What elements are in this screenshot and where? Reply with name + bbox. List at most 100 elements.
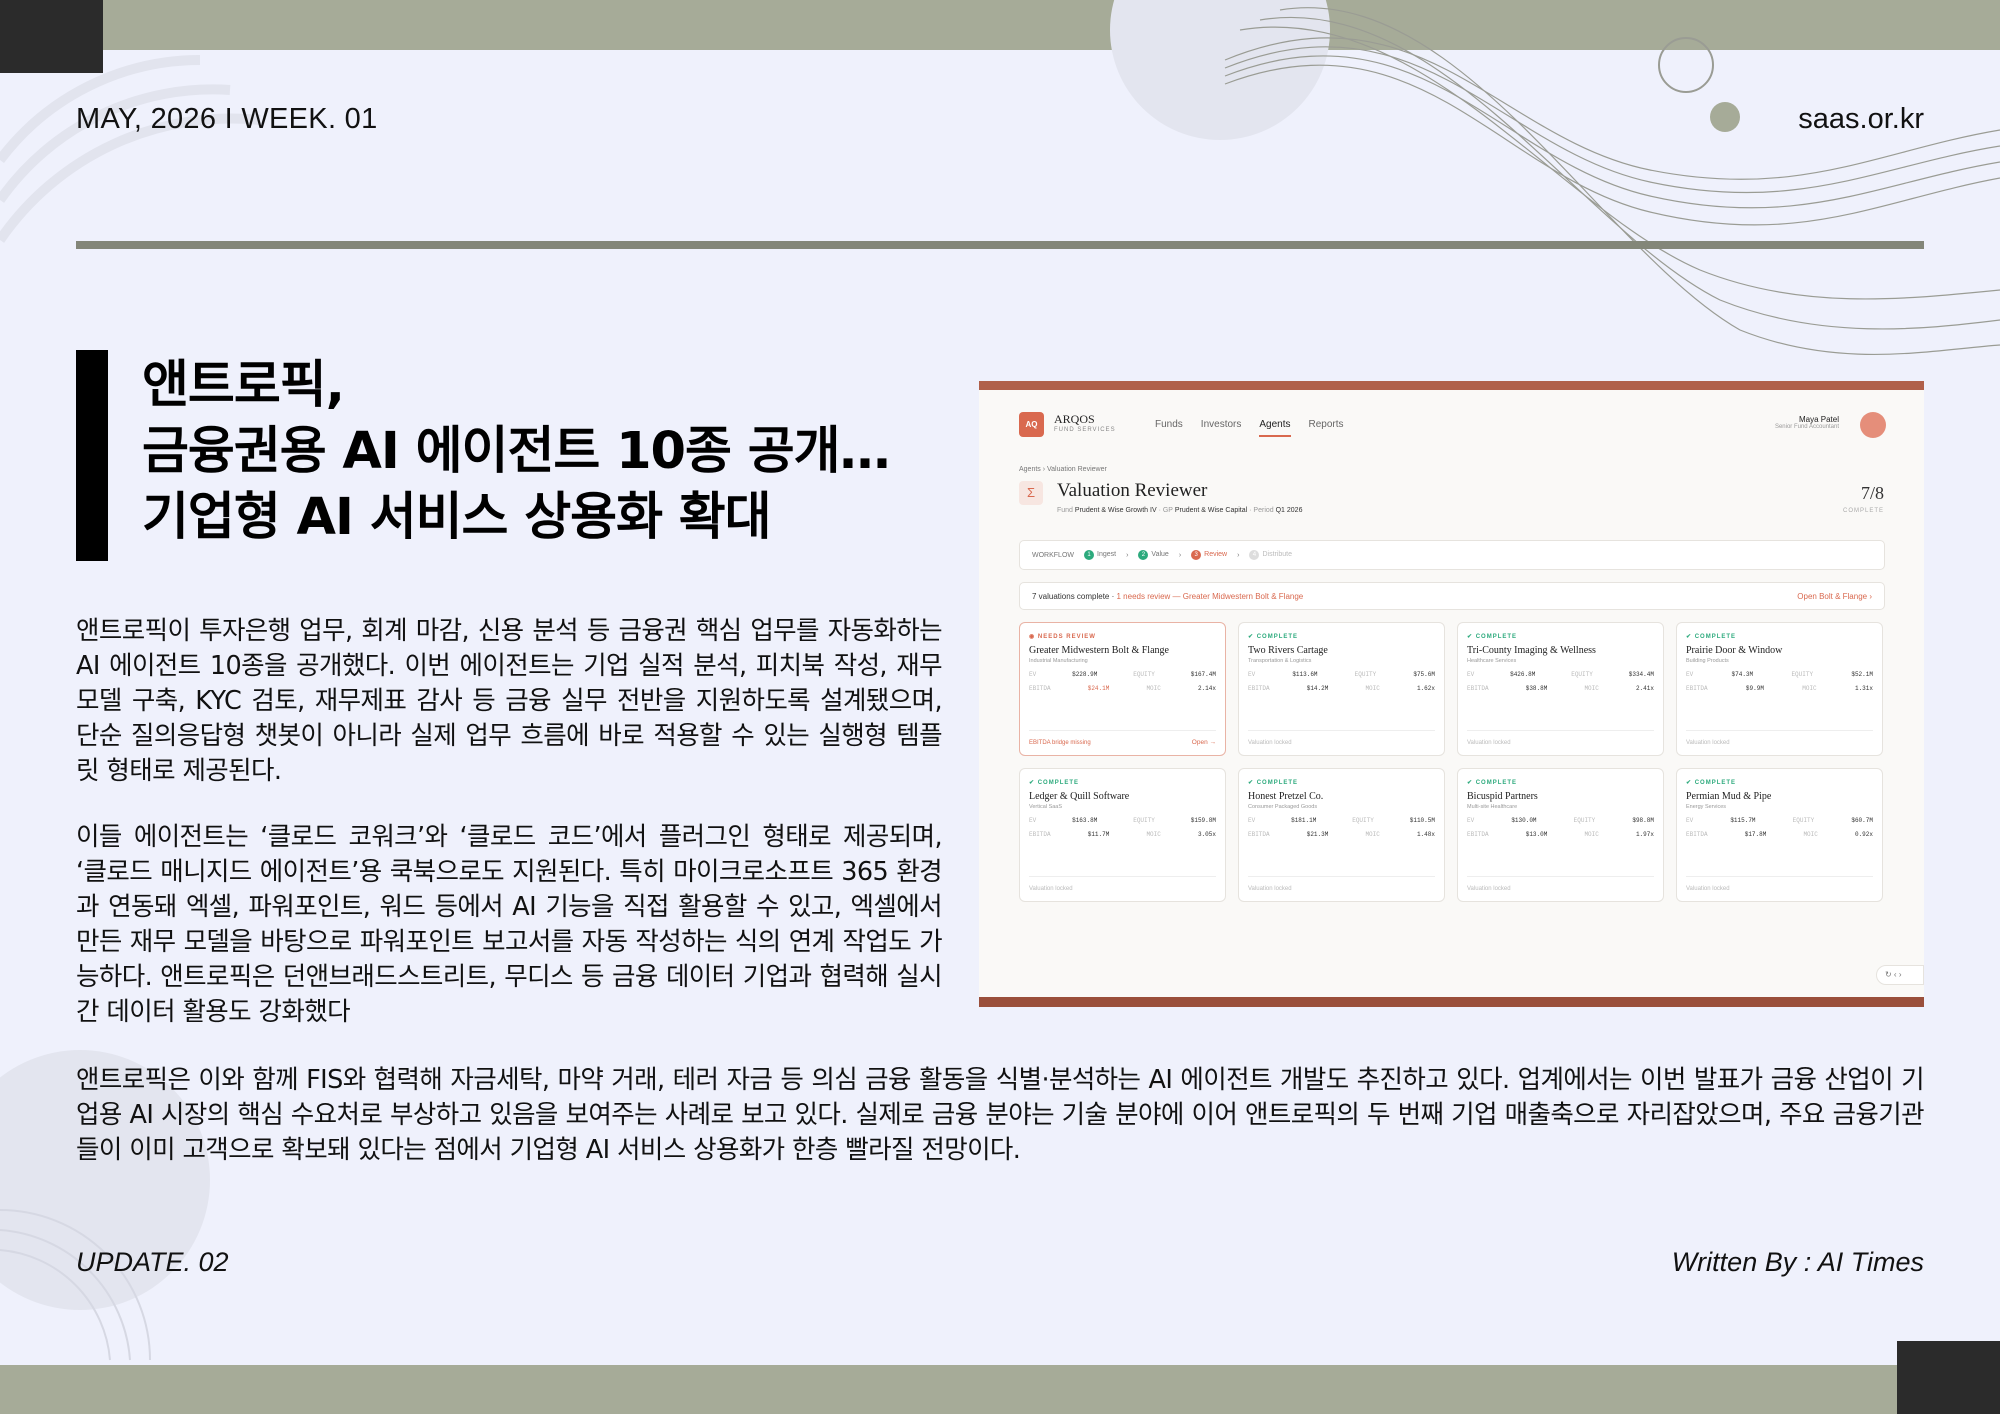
card-company: Permian Mud & Pipe bbox=[1686, 791, 1772, 802]
body-paragraph-1: 앤트로픽이 투자은행 업무, 회계 마감, 신용 분석 등 금융권 핵심 업무를… bbox=[76, 616, 943, 786]
card-row-ebitda: EBITDA $9.9M MOIC 1.31x bbox=[1686, 685, 1873, 692]
card-status: ✔ COMPLETE bbox=[1029, 780, 1080, 786]
app-nav: Funds Investors Agents Reports bbox=[1155, 419, 1344, 437]
card-row-ebitda: EBITDA $38.8M MOIC 2.41x bbox=[1467, 685, 1654, 692]
headline: 앤트로픽, 금융권용 AI 에이전트 10종 공개… 기업형 AI 서비스 상용… bbox=[142, 353, 962, 551]
card-divider bbox=[1248, 876, 1435, 877]
card-status: ✔ COMPLETE bbox=[1686, 634, 1737, 640]
app-brand: ARQOS bbox=[1054, 412, 1095, 426]
card-footer: Valuation locked bbox=[1467, 886, 1511, 892]
embedded-app-screenshot: AQ ARQOS FUND SERVICES Funds Investors A… bbox=[979, 381, 1924, 1007]
body-paragraph-3: 앤트로픽은 이와 함께 FIS와 협력해 자금세탁, 마약 거래, 테러 자금 … bbox=[76, 1065, 1925, 1165]
card-divider bbox=[1029, 730, 1216, 731]
user-name: Maya Patel bbox=[1798, 415, 1839, 424]
card-company: Tri-County Imaging & Wellness bbox=[1467, 645, 1596, 656]
card-company: Greater Midwestern Bolt & Flange bbox=[1029, 645, 1169, 656]
card-industry: Healthcare Services bbox=[1467, 658, 1517, 664]
fund-line: Fund Prudent & Wise Growth IV · GP Prude… bbox=[1057, 507, 1303, 514]
valuation-card: ✔ COMPLETE Tri-County Imaging & Wellness H… bbox=[1457, 622, 1664, 756]
card-row-ebitda: EBITDA $21.3M MOIC 1.48x bbox=[1248, 831, 1435, 838]
card-status: ✔ COMPLETE bbox=[1248, 634, 1299, 640]
headline-line-1: 앤트로픽, bbox=[142, 356, 345, 415]
card-industry: Transportation & Logistics bbox=[1248, 658, 1312, 664]
status-banner: 7 valuations complete · 1 needs review —… bbox=[1019, 582, 1885, 610]
corner-block bbox=[1897, 1341, 2000, 1414]
issue-date: MAY, 2026 I WEEK. 01 bbox=[76, 103, 378, 135]
valuation-card: ✔ COMPLETE Two Rivers Cartage Transportati… bbox=[1238, 622, 1445, 756]
card-company: Prairie Door & Window bbox=[1686, 645, 1783, 656]
complete-label: COMPLETE bbox=[1842, 508, 1884, 514]
card-divider bbox=[1248, 730, 1435, 731]
card-row-ebitda: EBITDA $14.2M MOIC 1.62x bbox=[1248, 685, 1435, 692]
card-open-link: Open → bbox=[1191, 739, 1216, 746]
card-row-ev: EV $130.0M EQUITY $98.8M bbox=[1467, 817, 1654, 824]
card-row-ebitda: EBITDA $24.1M MOIC 2.14x bbox=[1029, 685, 1216, 692]
gp-label: GP bbox=[1162, 507, 1173, 514]
card-status: ✔ COMPLETE bbox=[1467, 780, 1518, 786]
headline-line-3: 기업형 AI 서비스 상용화 확대 bbox=[142, 488, 772, 547]
pager: ↻ ‹ › bbox=[1876, 965, 1924, 985]
fund-label: Fund bbox=[1057, 507, 1073, 514]
card-divider bbox=[1686, 730, 1873, 731]
header-divider bbox=[76, 241, 1924, 249]
user-info: Maya Patel Senior Fund Accountant bbox=[1775, 415, 1839, 430]
step-distribute: 4 Distribute bbox=[1249, 550, 1292, 560]
workflow-label: WORKFLOW bbox=[1032, 551, 1074, 559]
headline-line-2: 금융권용 AI 에이전트 10종 공개… bbox=[142, 422, 891, 481]
app-page-title: Valuation Reviewer bbox=[1057, 480, 1208, 501]
open-link: Open Bolt & Flange › bbox=[1797, 592, 1872, 601]
body-paragraph-2: 이들 에이전트는 ‘클로드 코워크’와 ‘클로드 코드’에서 플러그인 형태로 … bbox=[76, 822, 943, 1027]
valuation-card: ✔ COMPLETE Ledger & Quill Software Vertica… bbox=[1019, 768, 1226, 902]
card-company: Two Rivers Cartage bbox=[1248, 645, 1328, 656]
step-value: 2 Value bbox=[1138, 550, 1169, 560]
card-status: ✔ COMPLETE bbox=[1467, 634, 1518, 640]
card-divider bbox=[1686, 876, 1873, 877]
card-row-ev: EV $115.7M EQUITY $60.7M bbox=[1686, 817, 1873, 824]
card-divider bbox=[1467, 730, 1654, 731]
card-company: Bicuspid Partners bbox=[1467, 791, 1538, 802]
nav-agents: Agents bbox=[1259, 419, 1291, 437]
card-footer: Valuation locked bbox=[1029, 886, 1073, 892]
card-industry: Vertical SaaS bbox=[1029, 804, 1063, 810]
card-footer: Valuation locked bbox=[1248, 740, 1292, 746]
card-divider bbox=[1467, 876, 1654, 877]
card-industry: Energy Services bbox=[1686, 804, 1727, 810]
workflow-bar: WORKFLOW 1 Ingest › 2 Value › 3 Review › 4D… bbox=[1019, 540, 1885, 570]
top-band bbox=[0, 0, 2000, 50]
valuation-card: ◉ NEEDS REVIEW Greater Midwestern Bolt & … bbox=[1019, 622, 1226, 756]
bottom-band bbox=[0, 1365, 2000, 1414]
card-industry: Building Products bbox=[1686, 658, 1729, 664]
avatar bbox=[1860, 412, 1886, 438]
card-row-ev: EV $228.9M EQUITY $167.4M bbox=[1029, 671, 1216, 678]
card-status: ✔ COMPLETE bbox=[1686, 780, 1737, 786]
card-row-ev: EV $113.6M EQUITY $75.6M bbox=[1248, 671, 1435, 678]
site-link[interactable]: saas.or.kr bbox=[1798, 103, 1924, 136]
nav-investors: Investors bbox=[1200, 419, 1242, 430]
gp-value: Prudent & Wise Capital bbox=[1174, 507, 1248, 514]
valuation-card: ✔ COMPLETE Honest Pretzel Co. Consumer Pac… bbox=[1238, 768, 1445, 902]
fund-value: Prudent & Wise Growth IV bbox=[1074, 507, 1157, 514]
breadcrumb: Agents › Valuation Reviewer bbox=[1019, 466, 1107, 473]
card-row-ebitda: EBITDA $13.0M MOIC 1.97x bbox=[1467, 831, 1654, 838]
card-row-ebitda: EBITDA $11.7M MOIC 3.05x bbox=[1029, 831, 1216, 838]
title-accent-bar bbox=[76, 350, 108, 561]
period-label: Period bbox=[1253, 507, 1274, 514]
user-role: Senior Fund Accountant bbox=[1774, 424, 1839, 430]
card-industry: Multi-site Healthcare bbox=[1467, 804, 1518, 810]
app-brand-sub: FUND SERVICES bbox=[1054, 427, 1116, 433]
sigma-icon: Σ bbox=[1019, 481, 1043, 505]
card-footer: Valuation locked bbox=[1467, 740, 1511, 746]
byline: Written By : AI Times bbox=[1671, 1247, 1924, 1277]
step-review: 3 Review bbox=[1191, 550, 1227, 560]
app-logo: AQ bbox=[1019, 412, 1044, 437]
card-status: ◉ NEEDS REVIEW bbox=[1029, 634, 1096, 640]
nav-reports: Reports bbox=[1308, 419, 1344, 430]
card-footer: EBITDA bridge missing bbox=[1029, 740, 1091, 746]
card-row-ev: EV $163.8M EQUITY $159.8M bbox=[1029, 817, 1216, 824]
card-footer: Valuation locked bbox=[1686, 886, 1730, 892]
valuation-card: ✔ COMPLETE Prairie Door & Window Building … bbox=[1676, 622, 1883, 756]
update-label: UPDATE. 02 bbox=[76, 1247, 229, 1277]
complete-count: 7/8 bbox=[1860, 483, 1884, 503]
nav-funds: Funds bbox=[1155, 419, 1183, 430]
card-company: Ledger & Quill Software bbox=[1029, 791, 1130, 802]
